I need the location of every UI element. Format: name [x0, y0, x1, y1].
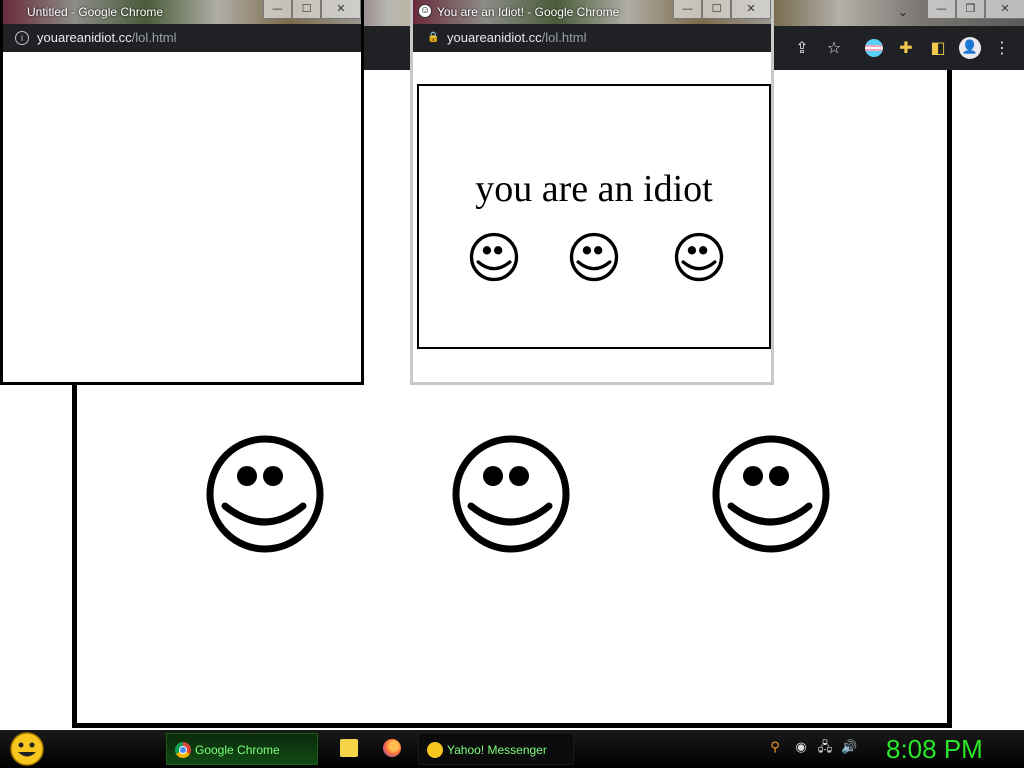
popup1-url-path: /lol.html — [131, 30, 177, 45]
volume-icon[interactable]: 🔊 — [841, 740, 857, 756]
site-info-icon[interactable]: i — [15, 31, 29, 45]
start-button-smiley-icon[interactable] — [8, 731, 46, 767]
network-icon[interactable]: 🖧 — [817, 740, 833, 756]
smiley-face-icon — [206, 435, 324, 553]
popup1-address-bar[interactable]: i youareanidiot.cc/lol.html — [3, 24, 361, 52]
popup2-title: You are an Idiot! - Google Chrome — [437, 5, 620, 19]
folder-icon[interactable] — [340, 739, 358, 757]
main-close-button[interactable]: ✕ — [985, 0, 1024, 19]
popup2-maximize-button[interactable]: ☐ — [702, 0, 731, 19]
menu-kebab-icon[interactable]: ⋮ — [990, 36, 1014, 60]
main-window-controls: — ❐ ✕ — [927, 0, 1024, 20]
main-minimize-button[interactable]: — — [927, 0, 956, 19]
search-icon[interactable]: ⚲ — [767, 740, 783, 756]
yahoo-messenger-icon — [427, 742, 443, 758]
popup2-close-button[interactable]: ✕ — [731, 0, 771, 19]
smiley-favicon-icon: ☺ — [418, 4, 432, 18]
lock-icon[interactable]: 🔒 — [427, 32, 439, 44]
taskbar-item-yahoo-messenger[interactable]: Yahoo! Messenger — [418, 733, 574, 765]
popup2-page-frame: you are an idiot — [417, 84, 771, 349]
taskbar-clock[interactable]: 8:08 PM — [886, 732, 983, 766]
share-icon[interactable]: ⇪ — [790, 36, 814, 60]
smiley-face-icon — [674, 232, 724, 282]
bookmark-star-icon[interactable]: ☆ — [822, 36, 846, 60]
taskbar-item-google-chrome[interactable]: Google Chrome — [166, 733, 318, 765]
taskbar: Google Chrome Yahoo! Messenger ⚲ ◉ 🖧 🔊 8… — [0, 730, 1024, 768]
popup2-address-bar[interactable]: 🔒 youareanidiot.cc/lol.html — [413, 24, 771, 52]
main-restore-button[interactable]: ❐ — [956, 0, 985, 19]
popup-window-untitled[interactable]: Untitled - Google Chrome — ☐ ✕ i youarea… — [0, 0, 364, 385]
popup2-window-controls: — ☐ ✕ — [673, 0, 771, 20]
popup2-minimize-button[interactable]: — — [673, 0, 702, 19]
popup2-titlebar[interactable]: ☺ You are an Idiot! - Google Chrome — ☐ … — [413, 0, 771, 24]
firefox-icon[interactable] — [383, 739, 401, 757]
popup1-title: Untitled - Google Chrome — [27, 5, 164, 19]
popup1-window-controls: — ☐ ✕ — [263, 0, 361, 20]
popup2-url-path: /lol.html — [541, 30, 587, 45]
tab-search-chevron-icon[interactable]: ⌄ — [898, 5, 908, 19]
extensions-puzzle-icon[interactable]: ✚ — [894, 36, 918, 60]
popup1-url-host: youareanidiot.cc — [37, 30, 132, 45]
popup1-maximize-button[interactable]: ☐ — [292, 0, 321, 19]
popup1-titlebar[interactable]: Untitled - Google Chrome — ☐ ✕ — [3, 0, 361, 24]
popup1-minimize-button[interactable]: — — [263, 0, 292, 19]
chrome-icon — [175, 742, 191, 758]
popup2-url-host: youareanidiot.cc — [447, 30, 542, 45]
side-panel-icon[interactable]: ◧ — [926, 36, 950, 60]
popup1-close-button[interactable]: ✕ — [321, 0, 361, 19]
smiley-face-icon — [452, 435, 570, 553]
taskbar-item-label: Google Chrome — [195, 743, 280, 757]
messenger-status-icon[interactable]: ◉ — [793, 740, 809, 756]
smiley-face-icon — [569, 232, 619, 282]
smiley-face-icon — [469, 232, 519, 282]
popup2-message: you are an idiot — [475, 168, 713, 210]
transgender-flag-extension-icon[interactable] — [865, 39, 883, 57]
popup-window-you-are-an-idiot[interactable]: ☺ You are an Idiot! - Google Chrome — ☐ … — [410, 0, 774, 385]
smiley-face-icon — [712, 435, 830, 553]
profile-avatar-icon[interactable]: 👤 — [959, 37, 981, 59]
taskbar-item-label: Yahoo! Messenger — [447, 743, 547, 757]
